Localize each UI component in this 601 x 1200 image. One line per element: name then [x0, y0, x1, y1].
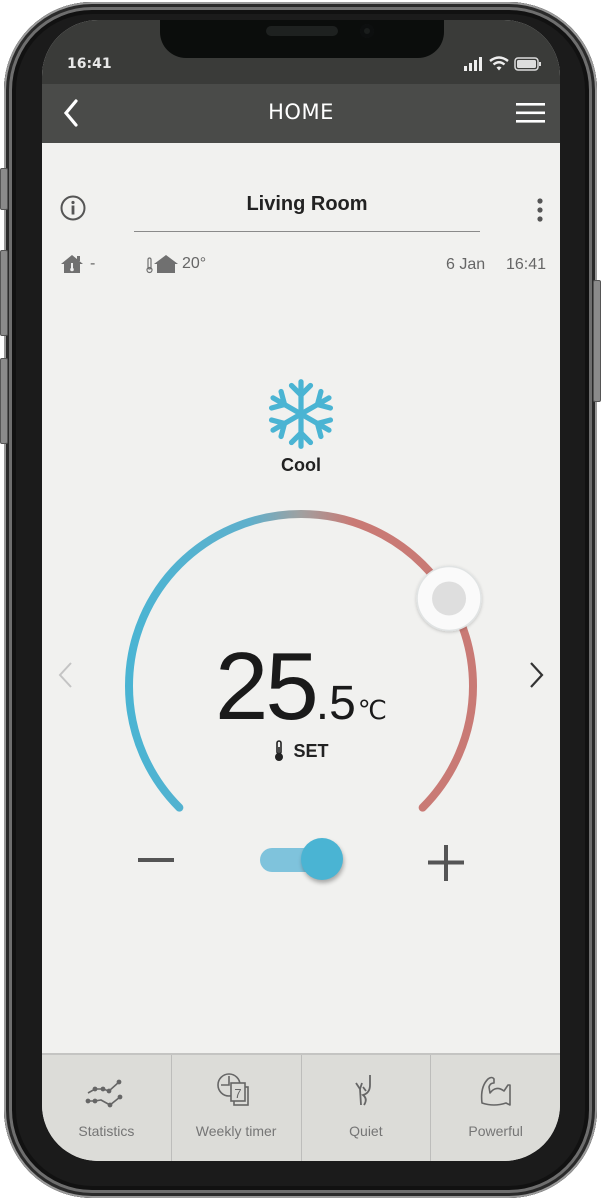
temperature-dial[interactable]	[42, 20, 560, 1161]
volume-up-button	[0, 250, 8, 336]
setpoint-decimal: .5	[315, 677, 356, 730]
tab-label: Weekly timer	[195, 1123, 277, 1139]
tab-weekly-timer[interactable]: 7 Weekly timer	[170, 1055, 301, 1161]
tab-label: Statistics	[78, 1123, 135, 1139]
tab-powerful[interactable]: Powerful	[430, 1055, 560, 1161]
tab-quiet[interactable]: Quiet	[300, 1055, 431, 1161]
quiet-icon	[355, 1075, 371, 1106]
increase-temp-button[interactable]	[426, 843, 466, 883]
setpoint-display: 25.5℃	[42, 632, 560, 742]
app-screen: 16:41 HOME Living Room - 20° 6 Jan 16:41…	[42, 20, 560, 1161]
decrease-temp-button[interactable]	[136, 845, 176, 875]
svg-text:7: 7	[235, 1086, 242, 1101]
tab-statistics[interactable]: Statistics	[42, 1055, 171, 1161]
power-toggle[interactable]	[260, 838, 344, 884]
mute-switch	[0, 168, 8, 210]
set-label: SET	[293, 740, 329, 761]
powerful-arm-icon	[480, 1076, 511, 1106]
volume-down-button	[0, 358, 8, 444]
tab-label: Powerful	[468, 1123, 523, 1139]
statistics-chart-icon	[85, 1079, 123, 1108]
setpoint-integer: 25	[214, 633, 319, 740]
weekly-timer-icon: 7	[217, 1073, 249, 1106]
toggle-knob	[301, 838, 343, 880]
set-label-row: SET	[42, 740, 560, 762]
thermometer-icon	[275, 740, 284, 761]
bottom-tab-bar: Statistics 7 Weekly timer Quiet Powerful	[42, 1053, 560, 1161]
tab-label: Quiet	[349, 1123, 383, 1139]
power-button	[593, 280, 601, 402]
dial-knob[interactable]	[416, 565, 482, 632]
setpoint-unit: ℃	[357, 695, 387, 725]
